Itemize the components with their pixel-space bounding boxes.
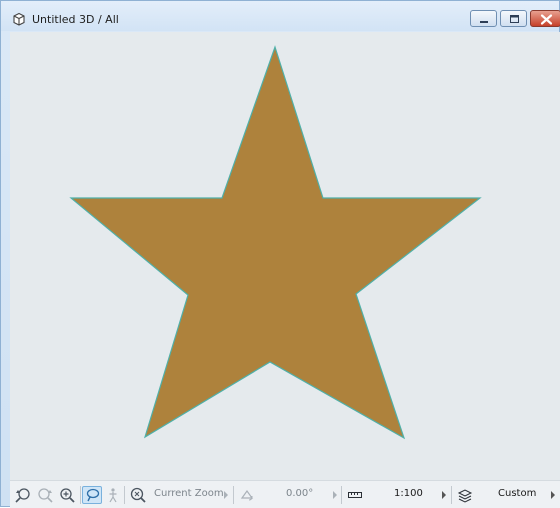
ruler-icon — [348, 492, 362, 498]
close-button[interactable] — [530, 10, 560, 27]
3d-window: Untitled 3D / All Current Zoom 0.00° 1:1… — [0, 0, 560, 508]
scale-dropdown-arrow[interactable] — [442, 491, 446, 499]
rotate-icon — [240, 489, 254, 501]
separator — [341, 486, 342, 504]
minimize-button[interactable] — [470, 10, 497, 27]
separator — [80, 486, 81, 504]
maximize-button[interactable] — [500, 10, 527, 27]
rotation-dropdown-arrow[interactable] — [333, 491, 337, 499]
layer-dropdown-arrow[interactable] — [551, 491, 555, 499]
maximize-icon — [510, 15, 519, 23]
star-shape[interactable] — [69, 45, 482, 440]
pan-button[interactable] — [82, 486, 102, 504]
layers-icon — [457, 489, 473, 503]
scale-value[interactable]: 1:100 — [394, 488, 423, 499]
window-title: Untitled 3D / All — [32, 13, 119, 26]
3d-viewport[interactable] — [10, 32, 560, 480]
walk-icon — [109, 488, 117, 503]
separator — [451, 486, 452, 504]
separator — [233, 486, 234, 504]
scale-button[interactable] — [346, 486, 364, 504]
minimize-icon — [480, 21, 488, 23]
zoom-dropdown-arrow[interactable] — [224, 491, 228, 499]
undo-zoom-icon — [15, 488, 30, 503]
rotate-button[interactable] — [238, 486, 256, 504]
pan-icon — [86, 488, 100, 502]
title-bar[interactable]: Untitled 3D / All — [1, 1, 560, 31]
close-icon — [540, 14, 553, 25]
status-bar: Current Zoom 0.00° 1:100 Custom — [10, 480, 560, 508]
walk-button[interactable] — [105, 486, 121, 504]
zoom-in-button[interactable] — [57, 486, 77, 504]
redo-zoom-button[interactable] — [35, 486, 55, 504]
3d-cube-icon — [11, 11, 27, 27]
zoom-in-icon — [60, 488, 75, 503]
zoom-to-button[interactable] — [128, 486, 148, 504]
layer-combination[interactable]: Custom — [498, 488, 536, 499]
undo-zoom-button[interactable] — [13, 486, 33, 504]
current-zoom-label[interactable]: Current Zoom — [154, 488, 224, 499]
layers-button[interactable] — [456, 486, 474, 504]
redo-zoom-icon — [38, 488, 53, 503]
separator — [124, 486, 125, 504]
zoom-to-icon — [130, 487, 146, 503]
rotation-value[interactable]: 0.00° — [286, 488, 313, 499]
